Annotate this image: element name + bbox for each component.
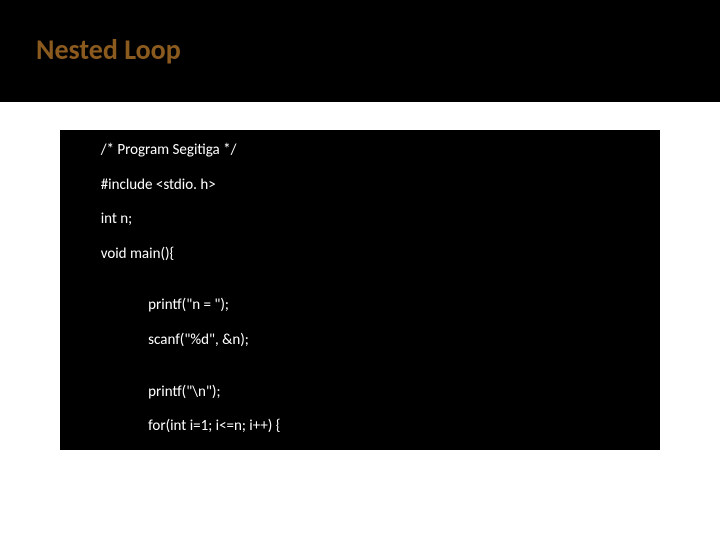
code-line: printf("n = ");: [60, 297, 660, 314]
slide: Nested Loop /* Program Segitiga */ #incl…: [0, 0, 720, 540]
code-line: #include <stdio. h>: [60, 177, 660, 194]
code-pre: /* Program Segitiga */ #include <stdio. …: [60, 142, 660, 540]
code-line: int n;: [60, 211, 660, 228]
code-line: void main(){: [60, 246, 660, 263]
code-line: scanf("%d", &n);: [60, 332, 660, 349]
code-block: /* Program Segitiga */ #include <stdio. …: [60, 130, 660, 450]
code-line: for(int i=1; i<=n; i++) {: [60, 418, 660, 435]
code-line: /* Program Segitiga */: [60, 142, 660, 159]
code-line: for(int j=1; j<=i ; j++) {: [60, 453, 660, 470]
title-bar: Nested Loop: [0, 0, 720, 100]
code-line: }: [60, 522, 660, 539]
title-divider: [0, 100, 720, 102]
page-title: Nested Loop: [36, 32, 181, 67]
code-line: printf("\n");: [60, 384, 660, 401]
code-line: printf("*");: [60, 487, 660, 504]
